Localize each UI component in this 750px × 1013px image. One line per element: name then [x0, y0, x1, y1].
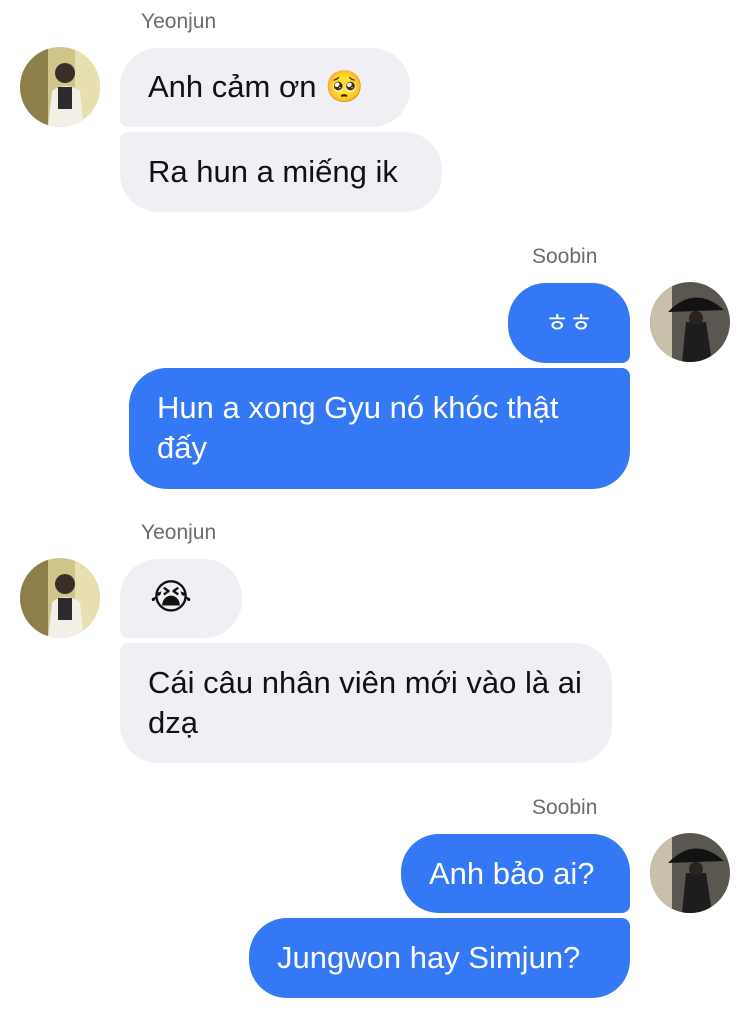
sender-name: Yeonjun	[141, 521, 217, 544]
message-bubble-outgoing[interactable]: ㅎㅎ	[508, 283, 630, 363]
message-text: Ra hun a miếng ik	[148, 154, 398, 189]
message-bubble-incoming[interactable]: 😭	[120, 559, 242, 638]
message-text: ㅎㅎ	[545, 308, 593, 338]
message-text: Jungwon hay Simjun?	[277, 940, 581, 975]
avatar-soobin[interactable]	[650, 833, 730, 913]
avatar-yeonjun[interactable]	[20, 558, 100, 638]
avatar-photo-icon	[650, 282, 730, 362]
message-bubble-outgoing[interactable]: Anh bảo ai?	[401, 834, 630, 913]
avatar-yeonjun[interactable]	[20, 47, 100, 127]
sender-name: Soobin	[532, 245, 598, 268]
avatar-soobin[interactable]	[650, 282, 730, 362]
message-text: Cái câu nhân viên mới vào là ai dzạ	[148, 665, 582, 740]
message-text: Anh cảm ơn 🥺	[148, 69, 364, 104]
message-text: 😭	[150, 576, 193, 617]
message-bubble-incoming[interactable]: Anh cảm ơn 🥺	[120, 48, 410, 127]
avatar-photo-icon	[20, 558, 100, 638]
sender-name: Yeonjun	[141, 10, 217, 33]
message-text: Anh bảo ai?	[429, 856, 595, 891]
avatar-photo-icon	[20, 47, 100, 127]
message-bubble-incoming[interactable]: Cái câu nhân viên mới vào là ai dzạ	[120, 643, 612, 763]
message-bubble-outgoing[interactable]: Hun a xong Gyu nó khóc thật đấy	[129, 368, 630, 489]
message-text: Hun a xong Gyu nó khóc thật đấy	[157, 390, 559, 465]
message-bubble-incoming[interactable]: Ra hun a miếng ik	[120, 132, 442, 212]
avatar-photo-icon	[650, 833, 730, 913]
message-bubble-outgoing[interactable]: Jungwon hay Simjun?	[249, 918, 630, 998]
sender-name: Soobin	[532, 796, 598, 819]
